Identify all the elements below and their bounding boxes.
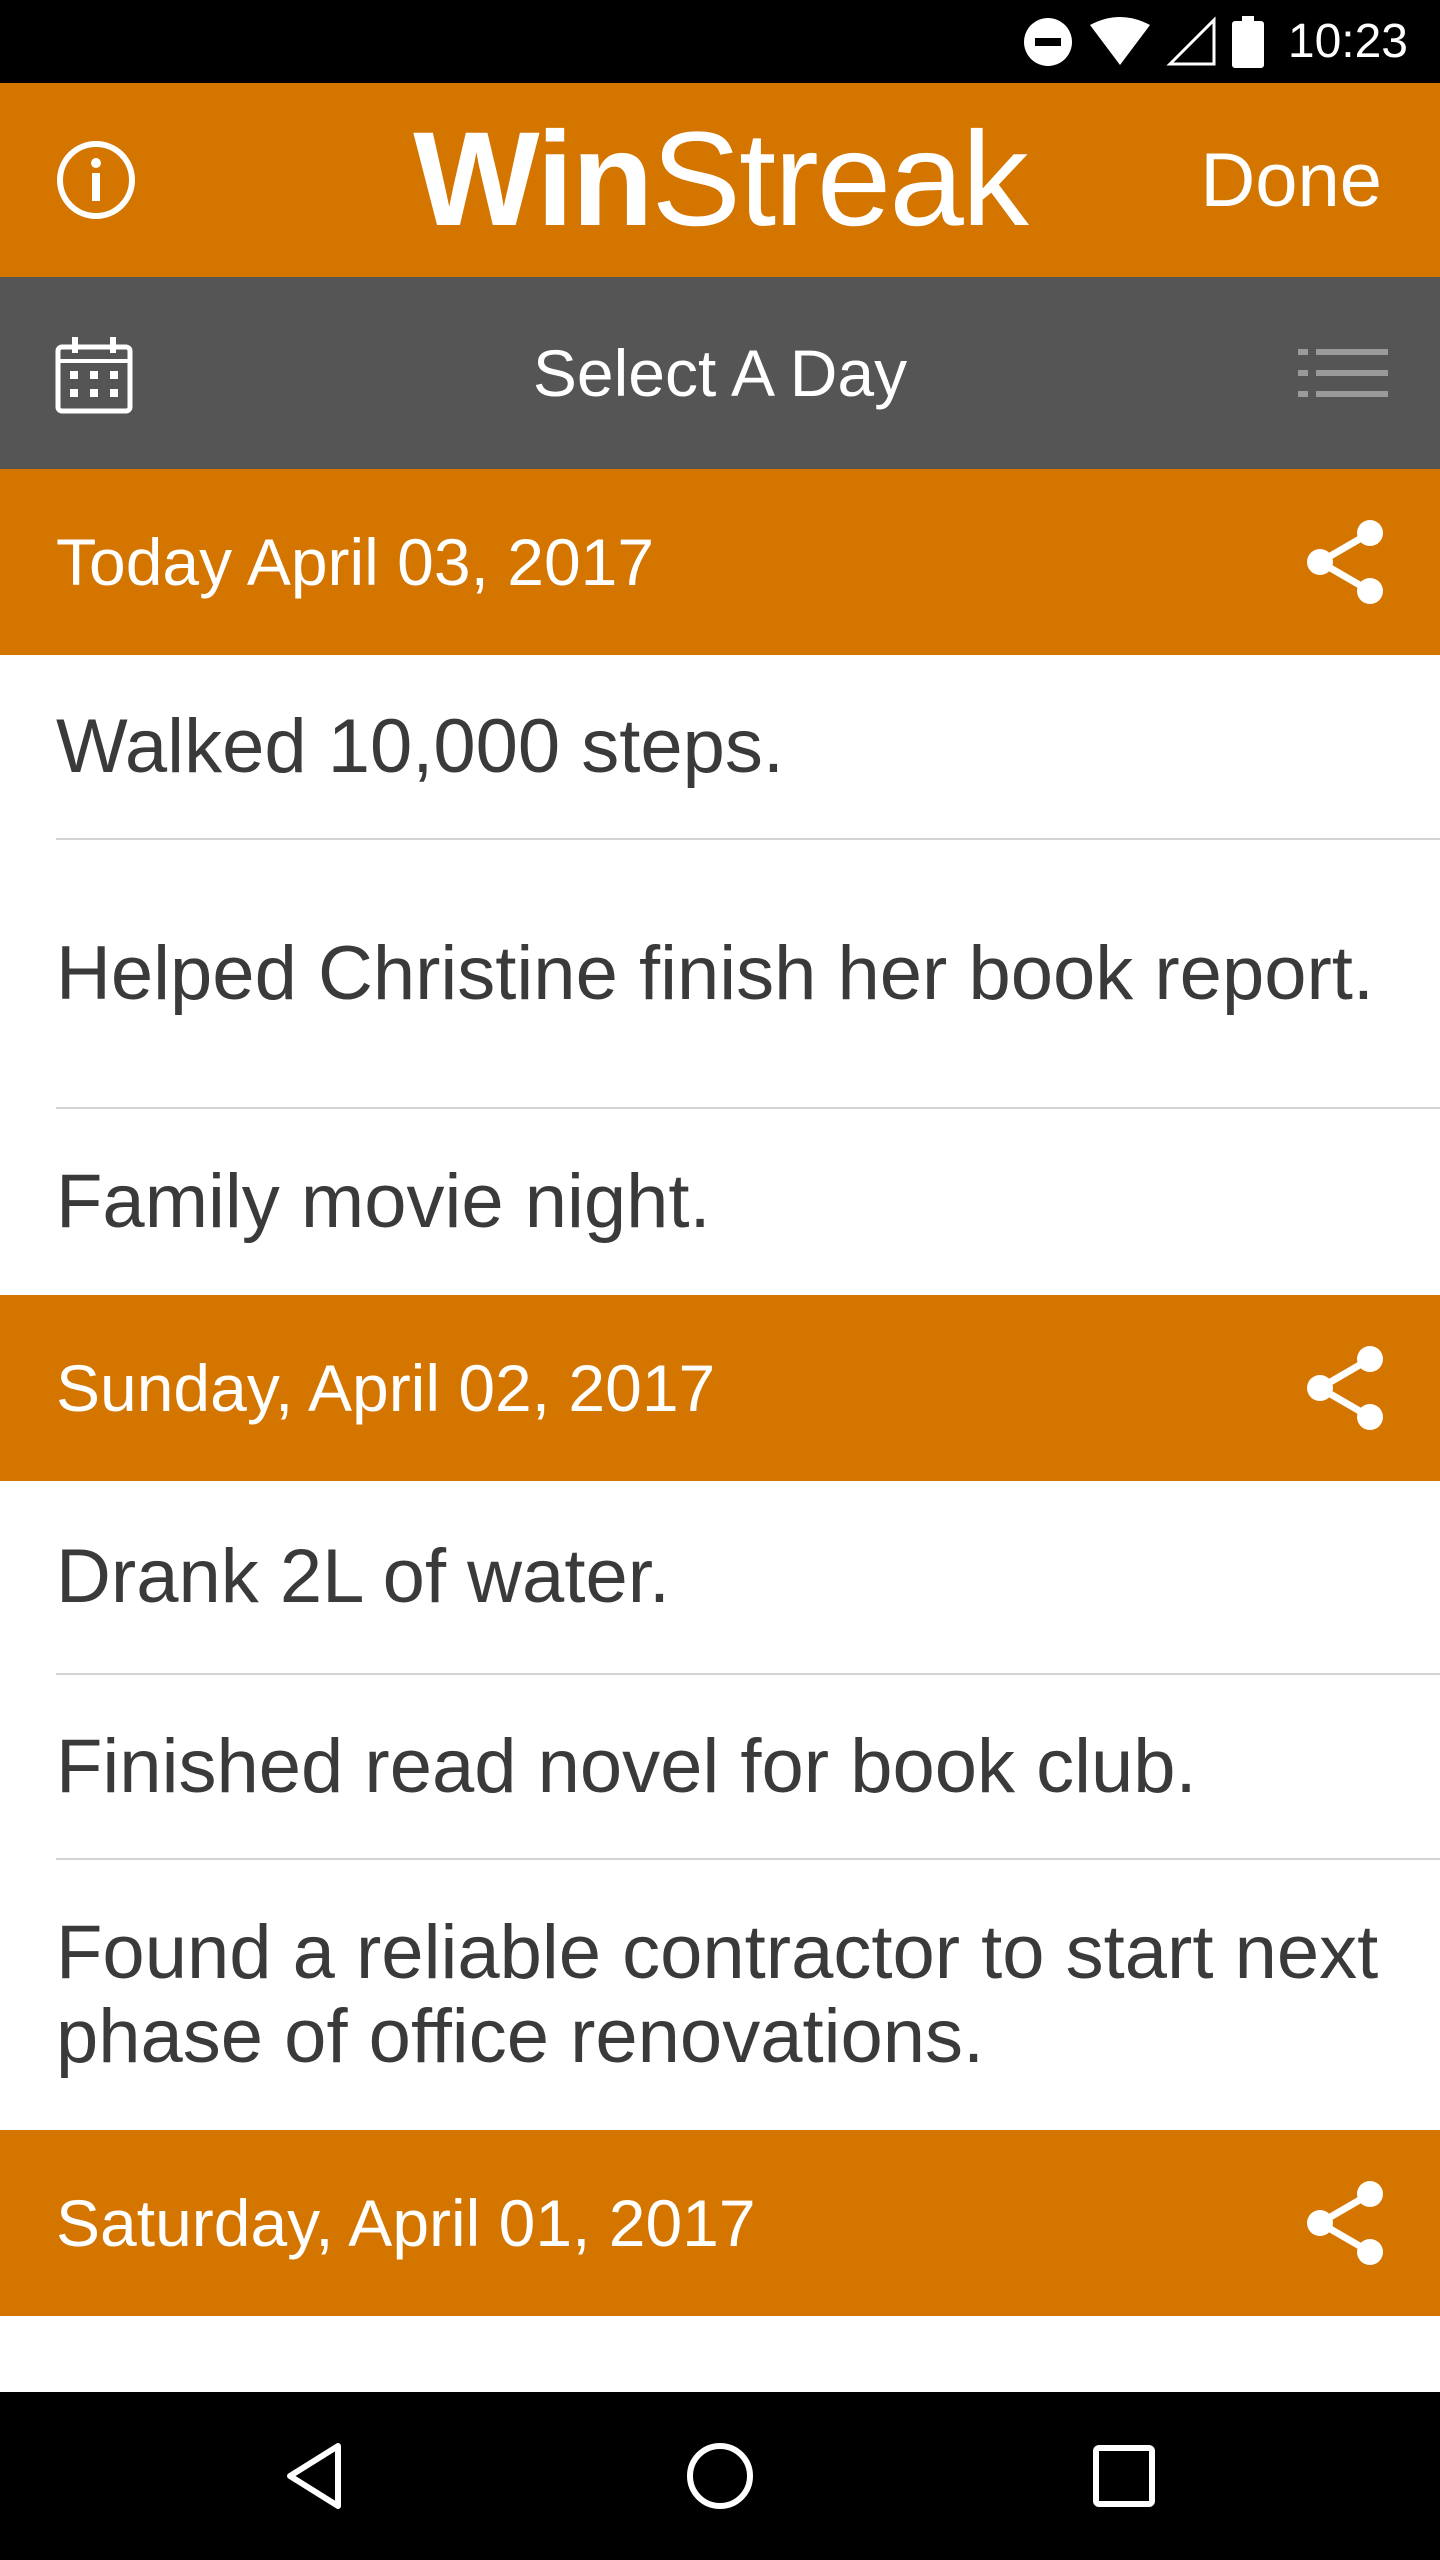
status-icons: 10:23 — [1022, 0, 1408, 83]
recents-icon[interactable] — [1084, 2436, 1164, 2516]
list-icon[interactable] — [1298, 347, 1388, 399]
signal-icon — [1166, 15, 1216, 65]
list-item[interactable]: Drank 2L of water. — [56, 1481, 1440, 1675]
status-bar: 10:23 — [0, 0, 1440, 83]
back-icon[interactable] — [276, 2436, 356, 2516]
entry-text: Found a reliable contractor to start nex… — [56, 1910, 1379, 2079]
home-icon[interactable] — [680, 2436, 760, 2516]
day-date: Today April 03, 2017 — [56, 525, 655, 599]
entry-text: Drank 2L of water. — [56, 1534, 670, 1619]
battery-icon — [1231, 15, 1264, 68]
list-item[interactable]: Finished read novel for book club. — [56, 1675, 1440, 1860]
list-item[interactable]: Family movie night. — [56, 1109, 1440, 1295]
status-time: 10:23 — [1287, 15, 1408, 68]
share-icon[interactable] — [1302, 2180, 1388, 2266]
day-header: Saturday, April 01, 2017 — [0, 2130, 1440, 2316]
logo-bold-text: Win — [413, 105, 653, 254]
day-header: Sunday, April 02, 2017 — [0, 1295, 1440, 1481]
wifi-icon — [1089, 16, 1150, 65]
list-item[interactable]: Helped Christine finish her book report. — [56, 840, 1440, 1109]
logo-light-text: Streak — [651, 105, 1029, 254]
list-item[interactable]: Found a reliable contractor to start nex… — [56, 1860, 1440, 2130]
entry-text: Walked 10,000 steps. — [56, 703, 785, 789]
app-header: WinStreak Done — [0, 83, 1440, 277]
share-icon[interactable] — [1302, 519, 1388, 605]
list-item[interactable]: Walked 10,000 steps. — [56, 655, 1440, 840]
entry-text: Finished read novel for book club. — [56, 1723, 1197, 1809]
entry-text: Helped Christine finish her book report. — [56, 930, 1375, 1016]
day-toolbar: Select A Day — [0, 277, 1440, 469]
done-button[interactable]: Done — [1200, 141, 1382, 221]
day-date: Sunday, April 02, 2017 — [56, 1351, 716, 1425]
system-nav-bar — [0, 2392, 1440, 2560]
day-date: Saturday, April 01, 2017 — [56, 2186, 756, 2260]
do-not-disturb-icon — [1023, 17, 1072, 66]
toolbar-title[interactable]: Select A Day — [0, 277, 1440, 469]
day-header: Today April 03, 2017 — [0, 469, 1440, 655]
entry-text: Family movie night. — [56, 1159, 711, 1244]
share-icon[interactable] — [1302, 1345, 1388, 1431]
